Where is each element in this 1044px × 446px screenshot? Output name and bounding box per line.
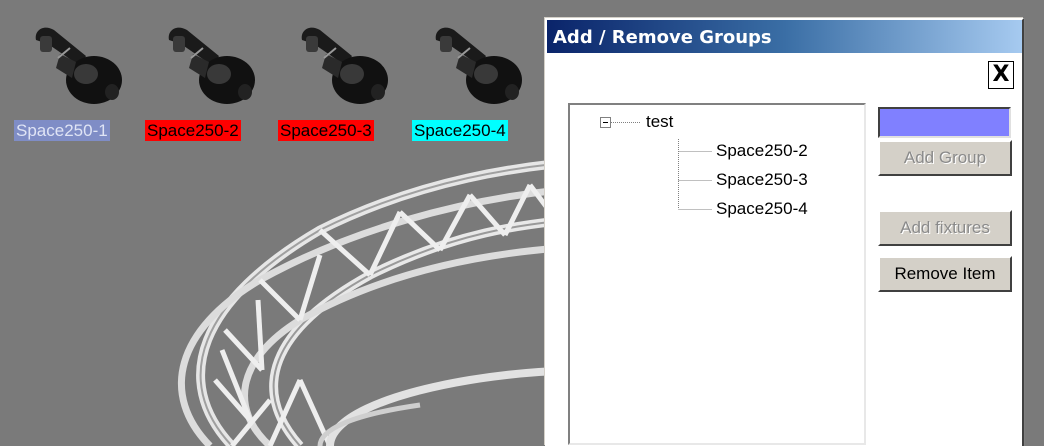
tree-item-group-test[interactable]: test [646, 112, 673, 132]
fixture-label: Space250-2 [145, 120, 241, 141]
close-icon: X [992, 62, 1010, 87]
fixture-space250-1[interactable]: Space250-1 [10, 18, 130, 143]
tree-item-fixture[interactable]: Space250-3 [716, 170, 808, 190]
add-group-button[interactable]: Add Group [878, 140, 1012, 176]
fixture-space250-2[interactable]: Space250-2 [143, 18, 263, 143]
group-tree-view[interactable]: test Space250-2 Space250-3 Space250-4 [568, 103, 866, 445]
tree-item-fixture[interactable]: Space250-4 [716, 199, 808, 219]
close-button[interactable]: X [988, 61, 1014, 89]
fixture-label: Space250-1 [14, 120, 110, 141]
fixture-space250-3[interactable]: Space250-3 [276, 18, 396, 143]
add-remove-groups-dialog: Add / Remove Groups X test Space250-2 Sp… [545, 18, 1024, 446]
remove-item-button[interactable]: Remove Item [878, 256, 1012, 292]
tree-item-fixture[interactable]: Space250-2 [716, 141, 808, 161]
dialog-title: Add / Remove Groups [553, 27, 772, 48]
fixture-label: Space250-4 [412, 120, 508, 141]
group-name-input[interactable] [878, 107, 1011, 138]
dialog-titlebar[interactable]: Add / Remove Groups [547, 20, 1022, 53]
minus-icon [603, 122, 608, 123]
moving-head-fixture-icon [35, 27, 122, 104]
add-fixtures-button[interactable]: Add fixtures [878, 210, 1012, 246]
fixture-label: Space250-3 [278, 120, 374, 141]
stage-viewport: Space250-1 Space250-2 Space250-3 Space25… [0, 0, 1044, 446]
moving-head-fixture-icon [435, 27, 522, 104]
moving-head-fixture-icon [168, 27, 255, 104]
moving-head-fixture-icon [301, 27, 388, 104]
fixture-space250-4[interactable]: Space250-4 [410, 18, 530, 143]
collapse-toggle[interactable] [600, 117, 611, 128]
